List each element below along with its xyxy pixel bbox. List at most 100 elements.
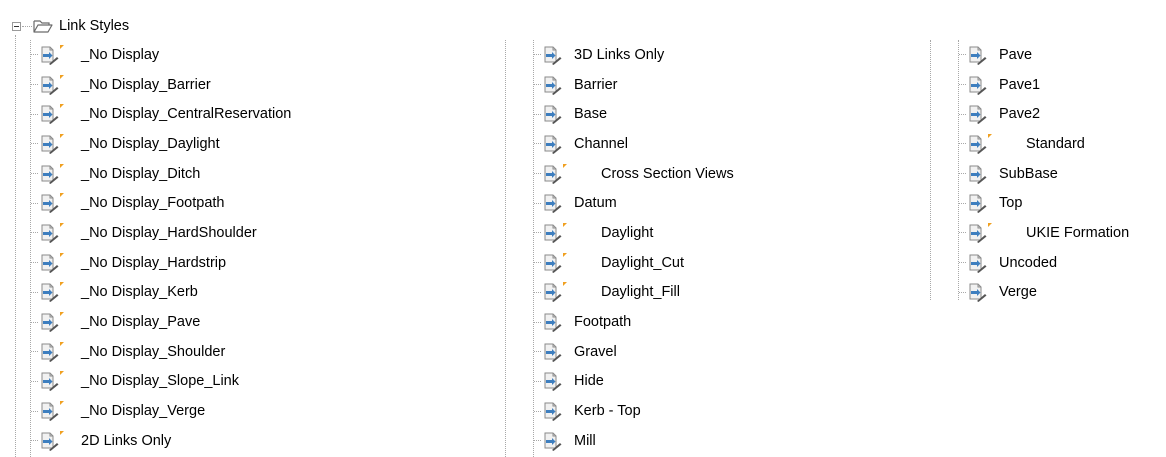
collapse-toggle-icon[interactable] [12, 21, 21, 31]
tree-item-label: _No Display_Shoulder [81, 343, 226, 360]
tree-item[interactable]: _No Display_Ditch [30, 159, 291, 189]
tree-item[interactable]: Uncoded [958, 248, 1129, 278]
link-style-icon [544, 46, 562, 65]
column-divider [505, 40, 506, 457]
tree-item[interactable]: _No Display_Footpath [30, 188, 291, 218]
tree-item[interactable]: _No Display_Slope_Link [30, 367, 291, 397]
link-style-icon [969, 254, 987, 273]
tree-item-label: 3D Links Only [574, 46, 665, 63]
tree-connector [31, 143, 38, 145]
link-style-icon [969, 76, 987, 95]
tree-item-label: Uncoded [999, 254, 1058, 271]
tree-item[interactable]: Base [533, 99, 734, 129]
link-style-icon [41, 133, 64, 154]
tree-connector [959, 232, 966, 234]
tree-connector [31, 321, 38, 323]
tree-item[interactable]: Pave1 [958, 70, 1129, 100]
tree-item[interactable]: Kerb - Top [533, 396, 734, 426]
orange-flag-icon [988, 133, 992, 138]
tree-item[interactable]: _No Display_Shoulder [30, 337, 291, 367]
tree-connector [534, 173, 541, 175]
tree-item-label: _No Display_Footpath [81, 195, 225, 212]
tree-item[interactable]: Daylight [533, 218, 734, 248]
tree-item-label: _No Display_Ditch [81, 165, 201, 182]
tree-item[interactable]: Pave2 [958, 99, 1129, 129]
tree-item[interactable]: Top [958, 188, 1129, 218]
tree-connector [31, 232, 38, 234]
tree-item-label: Pave [999, 46, 1033, 63]
tree-connector [959, 54, 966, 56]
tree-root-label: Link Styles [59, 18, 130, 34]
tree-item[interactable]: Footpath [533, 307, 734, 337]
link-style-icon [544, 313, 562, 333]
tree-root-link-styles[interactable]: Link Styles [11, 16, 129, 36]
tree-item-label: Daylight [601, 224, 654, 241]
tree-connector [31, 262, 38, 264]
tree-item-label: _No Display_Barrier [81, 76, 211, 93]
tree-connector [534, 54, 541, 56]
tree-item[interactable]: Standard [958, 129, 1129, 159]
tree-item-label: _No Display_Slope_Link [81, 373, 239, 390]
tree-connector [31, 113, 38, 115]
orange-flag-icon [60, 282, 64, 287]
tree-item[interactable]: Mill [533, 426, 734, 456]
tree-item[interactable]: Daylight_Cut [533, 248, 734, 278]
orange-flag-icon [563, 252, 567, 257]
tree-connector [31, 440, 38, 442]
tree-item[interactable]: _No Display_Daylight [30, 129, 291, 159]
tree-connector [22, 25, 32, 27]
link-style-icon [41, 371, 64, 392]
tree-item-label: _No Display_Daylight [81, 135, 220, 152]
tree-item[interactable]: Daylight_Fill [533, 278, 734, 308]
link-style-icon [41, 104, 64, 125]
tree-item-label: _No Display [81, 46, 160, 63]
tree-item-label: Daylight_Cut [601, 254, 685, 271]
tree-item[interactable]: 3D Links Only [533, 40, 734, 70]
tree-connector [959, 291, 966, 293]
tree-item[interactable]: Pave [958, 40, 1129, 70]
tree-item[interactable]: _No Display_Kerb [30, 278, 291, 308]
tree-item[interactable]: Datum [533, 188, 734, 218]
tree-connector [31, 54, 38, 56]
tree-item[interactable]: Verge [958, 278, 1129, 308]
tree-connector [959, 143, 966, 145]
tree-item[interactable]: _No Display_Barrier [30, 70, 291, 100]
folder-open-icon [33, 20, 53, 33]
tree-connector [31, 173, 38, 175]
link-style-icon [544, 343, 562, 362]
tree-connector [31, 410, 38, 412]
tree-item[interactable]: SubBase [958, 159, 1129, 189]
tree-item-label: SubBase [999, 165, 1058, 182]
tree-item[interactable]: Cross Section Views [533, 159, 734, 189]
tree-item-label: Cross Section Views [601, 165, 734, 182]
tree-item-label: Mill [574, 432, 596, 449]
orange-flag-icon [60, 371, 64, 376]
tree-connector [534, 351, 541, 353]
tree-item[interactable]: Gravel [533, 337, 734, 367]
link-style-icon [969, 46, 987, 65]
tree-item[interactable]: UKIE Formation [958, 218, 1129, 248]
tree-connector [534, 84, 541, 86]
tree-item[interactable]: Barrier [533, 70, 734, 100]
tree-item[interactable]: _No Display_HardShoulder [30, 218, 291, 248]
link-style-icon [41, 44, 64, 65]
tree-item[interactable]: _No Display [30, 40, 291, 70]
tree-item[interactable]: Channel [533, 129, 734, 159]
tree-item[interactable]: _No Display_CentralReservation [30, 99, 291, 129]
tree-item[interactable]: _No Display_Verge [30, 396, 291, 426]
tree-item[interactable]: 2D Links Only [30, 426, 291, 456]
tree-item[interactable]: _No Display_Pave [30, 307, 291, 337]
tree-connector [31, 202, 38, 204]
link-style-icon [544, 222, 567, 243]
tree-item[interactable]: _No Display_Hardstrip [30, 248, 291, 278]
orange-flag-icon [60, 430, 64, 435]
tree-item-label: Base [574, 106, 608, 123]
tree-item-label: Standard [1026, 135, 1085, 152]
tree-item-label: _No Display_Hardstrip [81, 254, 227, 271]
tree-item-label: Pave1 [999, 76, 1041, 93]
tree-item[interactable]: Hide [533, 367, 734, 397]
orange-flag-icon [60, 44, 64, 49]
tree-connector [959, 84, 966, 86]
orange-flag-icon [563, 282, 567, 287]
link-style-icon [41, 193, 64, 214]
